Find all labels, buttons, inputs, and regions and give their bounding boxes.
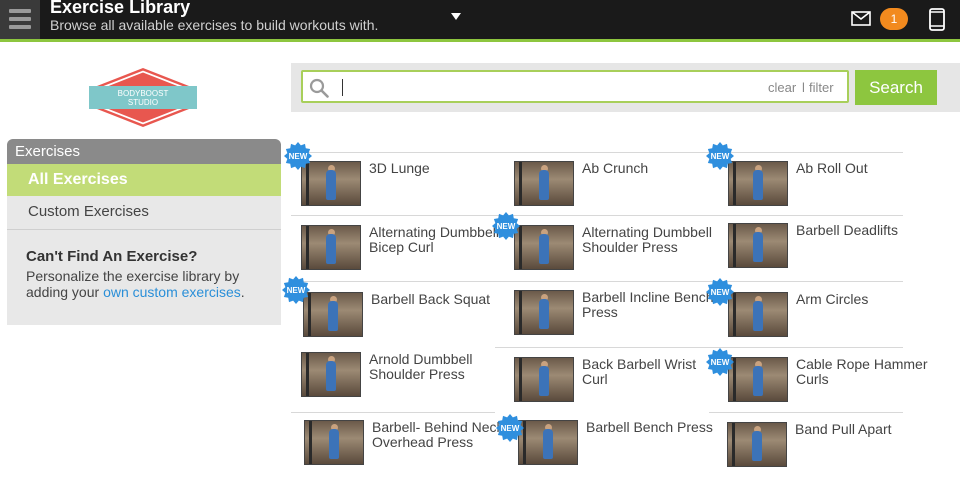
exercise-name[interactable]: Cable Rope Hammer Curls [796,357,936,387]
exercise-card[interactable]: Arnold Dumbbell Shoulder Press [301,352,513,412]
exercise-thumbnail[interactable] [514,290,574,335]
exercise-card[interactable]: 3D Lunge [301,161,513,221]
exercise-name[interactable]: Barbell- Behind Neck Overhead Press [372,420,512,450]
notification-badge[interactable]: 1 [880,8,908,30]
help-title: Can't Find An Exercise? [26,248,198,265]
exercise-card[interactable]: Barbell- Behind Neck Overhead Press [304,420,516,480]
exercise-thumbnail[interactable] [303,292,363,337]
sidebar-item-all-exercises[interactable]: All Exercises [7,164,281,196]
exercise-name[interactable]: Barbell Back Squat [371,292,511,307]
exercise-thumbnail[interactable] [728,161,788,206]
new-badge-label: NEW [501,424,520,433]
new-badge-icon: NEW [706,142,734,170]
sidebar-divider [7,229,281,230]
clear-link[interactable]: clear [768,80,796,95]
new-badge-icon: NEW [706,278,734,306]
exercise-thumbnail[interactable] [301,225,361,270]
hamburger-menu-icon[interactable] [0,0,40,39]
exercise-thumbnail[interactable] [518,420,578,465]
page-subtitle: Browse all available exercises to build … [50,17,379,33]
studio-logo: BODYBOOST STUDIO [89,68,197,127]
new-badge-icon: NEW [706,348,734,376]
exercise-thumbnail[interactable] [514,161,574,206]
new-badge-label: NEW [497,222,516,231]
exercise-thumbnail[interactable] [304,420,364,465]
exercise-name[interactable]: Arm Circles [796,292,936,307]
new-badge-label: NEW [711,152,730,161]
exercise-card[interactable]: Alternating Dumbbell Bicep Curl [301,225,513,285]
exercise-name[interactable]: Barbell Deadlifts [796,223,936,238]
exercise-thumbnail[interactable] [727,422,787,467]
exercise-card[interactable]: Band Pull Apart [727,422,939,482]
page-title: Exercise Library [50,0,191,17]
exercise-thumbnail[interactable] [728,357,788,402]
exercise-thumbnail[interactable] [728,223,788,268]
caret-down-icon[interactable] [451,13,461,20]
row-divider [291,152,903,153]
exercise-thumbnail[interactable] [301,352,361,397]
exercise-thumbnail[interactable] [728,292,788,337]
new-badge-icon: NEW [284,142,312,170]
new-badge-icon: NEW [282,276,310,304]
exercise-name[interactable]: 3D Lunge [369,161,509,176]
new-badge-icon: NEW [496,414,524,442]
sidebar-header: Exercises [7,139,281,164]
mail-icon[interactable] [851,11,871,26]
exercise-thumbnail[interactable] [514,357,574,402]
exercise-card[interactable]: Barbell Back Squat [303,292,515,352]
new-badge-label: NEW [287,286,306,295]
new-badge-label: NEW [289,152,308,161]
help-text-end: . [240,284,245,300]
search-input[interactable] [348,76,752,100]
exercise-name[interactable]: Band Pull Apart [795,422,935,437]
row-divider [291,412,495,413]
new-badge-label: NEW [711,288,730,297]
logo-line2: STUDIO [128,98,158,107]
exercise-name[interactable]: Ab Roll Out [796,161,936,176]
exercise-name[interactable]: Barbell Bench Press [586,420,726,435]
top-bar: Exercise Library Browse all available ex… [0,0,960,42]
exercise-card[interactable]: Arm Circles [728,292,940,352]
exercise-name[interactable]: Alternating Dumbbell Bicep Curl [369,225,509,255]
exercise-name[interactable]: Ab Crunch [582,161,722,176]
search-bar: clear l filter Search [291,63,960,112]
exercise-name[interactable]: Alternating Dumbbell Shoulder Press [582,225,722,255]
search-icon [309,78,329,98]
exercise-card[interactable]: Ab Roll Out [728,161,940,221]
filter-link[interactable]: filter [809,80,834,95]
logo-line1: BODYBOOST [118,89,169,98]
exercise-name[interactable]: Back Barbell Wrist Curl [582,357,722,387]
link-separator: l [802,80,805,95]
exercise-card[interactable]: Alternating Dumbbell Shoulder Press [514,225,726,285]
mobile-phone-icon[interactable] [929,8,945,31]
sidebar: Exercises All Exercises Custom Exercises… [7,139,281,325]
sidebar-item-custom-exercises[interactable]: Custom Exercises [7,196,281,228]
help-text: Personalize the exercise library by addi… [26,268,276,300]
exercise-thumbnail[interactable] [514,225,574,270]
search-button[interactable]: Search [855,70,937,105]
new-badge-label: NEW [711,358,730,367]
exercise-name[interactable]: Barbell Incline Bench Press [582,290,722,320]
new-badge-icon: NEW [492,212,520,240]
exercise-card[interactable]: Barbell Deadlifts [728,223,940,283]
exercise-name[interactable]: Arnold Dumbbell Shoulder Press [369,352,509,382]
exercise-card[interactable]: Barbell Bench Press [518,420,730,480]
exercise-card[interactable]: Ab Crunch [514,161,726,221]
exercise-card[interactable]: Back Barbell Wrist Curl [514,357,726,417]
text-cursor [342,79,343,96]
custom-exercises-link[interactable]: own custom exercises [103,284,241,300]
exercise-card[interactable]: Cable Rope Hammer Curls [728,357,940,417]
search-box: clear l filter [301,70,849,103]
exercise-card[interactable]: Barbell Incline Bench Press [514,290,726,350]
